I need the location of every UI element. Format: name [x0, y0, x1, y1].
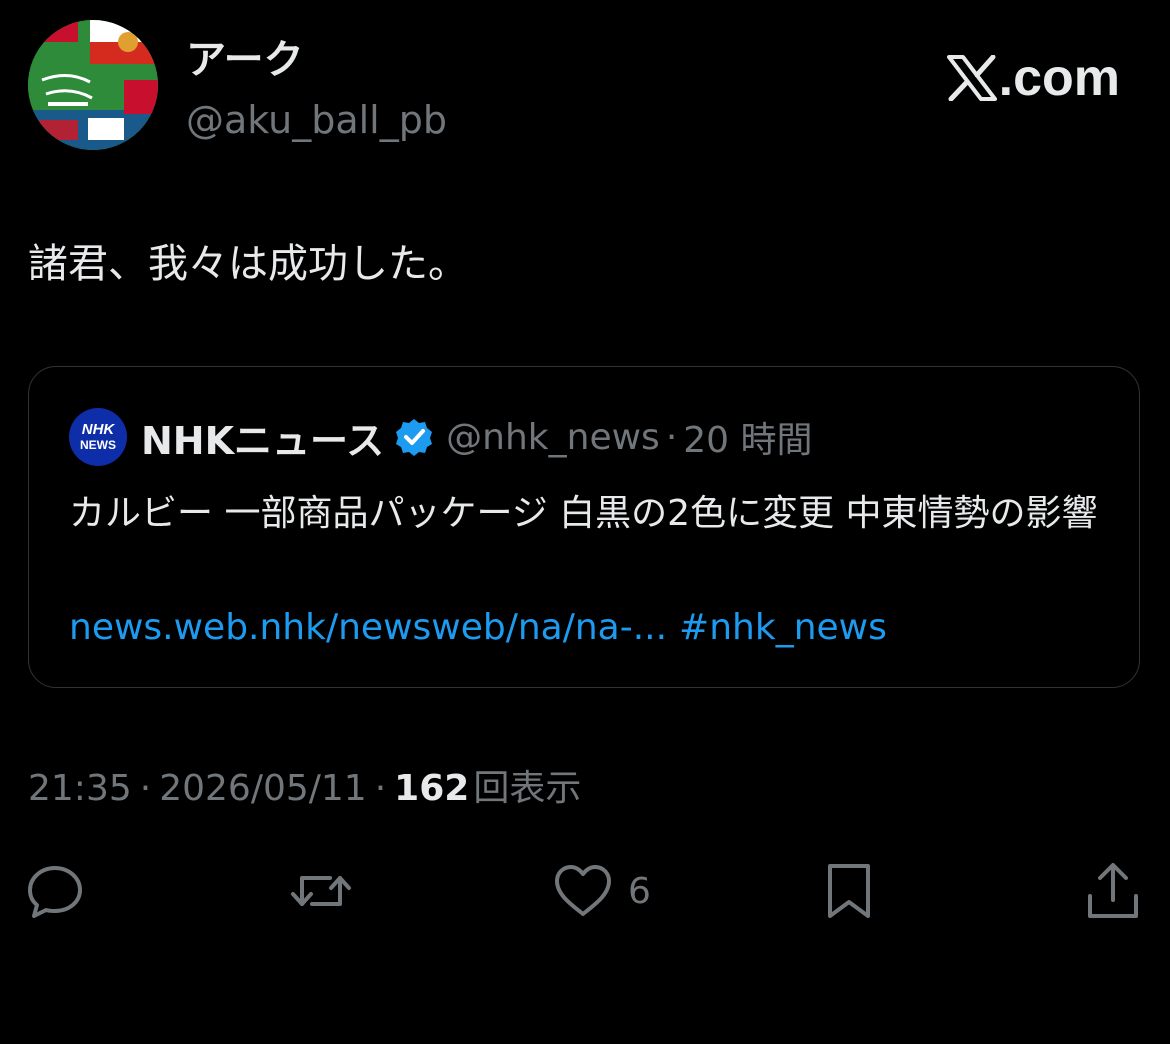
- reply-icon: [28, 866, 82, 918]
- nhk-logo-line2: NEWS: [80, 438, 116, 452]
- quoted-hashtag-link[interactable]: #nhk_news: [679, 607, 887, 648]
- views-label: 回表示: [473, 768, 582, 809]
- meta-dot: ·: [374, 768, 387, 809]
- quoted-tweet-text: カルビー 一部商品パッケージ 白黒の2色に変更 中東情勢の影響: [69, 493, 1098, 534]
- share-button[interactable]: [1082, 856, 1144, 926]
- quoted-author-name[interactable]: NHKニュース: [141, 410, 384, 465]
- author-handle[interactable]: @aku_ball_pb: [186, 98, 447, 142]
- like-button[interactable]: 6: [552, 856, 651, 926]
- quoted-links: news.web.nhk/newsweb/na/na-... #nhk_news: [69, 599, 887, 657]
- quoted-author-handle[interactable]: @nhk_news: [446, 417, 660, 458]
- reply-button[interactable]: [24, 856, 86, 926]
- x-com-brand: .com: [946, 49, 1120, 107]
- retweet-button[interactable]: [290, 856, 352, 926]
- quoted-separator: ·: [665, 416, 678, 458]
- avatar[interactable]: [28, 20, 158, 150]
- tweet-time[interactable]: 21:35: [28, 768, 132, 809]
- retweet-icon: [291, 876, 351, 906]
- tweet-date[interactable]: 2026/05/11: [159, 768, 367, 809]
- meta-dot: ·: [139, 768, 152, 809]
- verified-badge-icon: [396, 419, 433, 456]
- views-count[interactable]: 162: [394, 768, 469, 809]
- x-com-text: .com: [998, 49, 1120, 107]
- action-bar: 6: [0, 856, 1170, 926]
- author-name[interactable]: アーク: [186, 38, 304, 82]
- tweet-header: アーク @aku_ball_pb .com: [28, 20, 1142, 150]
- quoted-tweet-card[interactable]: NHK NEWS NHKニュース @nhk_news · 20 時間 カルビー …: [28, 366, 1140, 688]
- avatar-image: [28, 20, 158, 150]
- quoted-url-link[interactable]: news.web.nhk/newsweb/na/na-...: [69, 607, 667, 648]
- x-logo-icon: [946, 55, 997, 101]
- quoted-tweet-header: NHK NEWS NHKニュース @nhk_news · 20 時間: [69, 407, 813, 467]
- heart-icon: [555, 865, 611, 916]
- nhk-logo-line1: NHK: [81, 421, 115, 438]
- share-icon: [1088, 863, 1138, 918]
- tweet-meta: 21:35 · 2026/05/11 · 162 回表示: [28, 764, 581, 814]
- nhk-news-avatar[interactable]: NHK NEWS: [69, 408, 127, 466]
- like-count: 6: [628, 870, 651, 912]
- tweet-text: 諸君、我々は成功した。: [28, 241, 468, 287]
- quoted-time[interactable]: 20 時間: [683, 411, 812, 463]
- bookmark-icon: [828, 864, 870, 918]
- bookmark-button[interactable]: [818, 856, 880, 926]
